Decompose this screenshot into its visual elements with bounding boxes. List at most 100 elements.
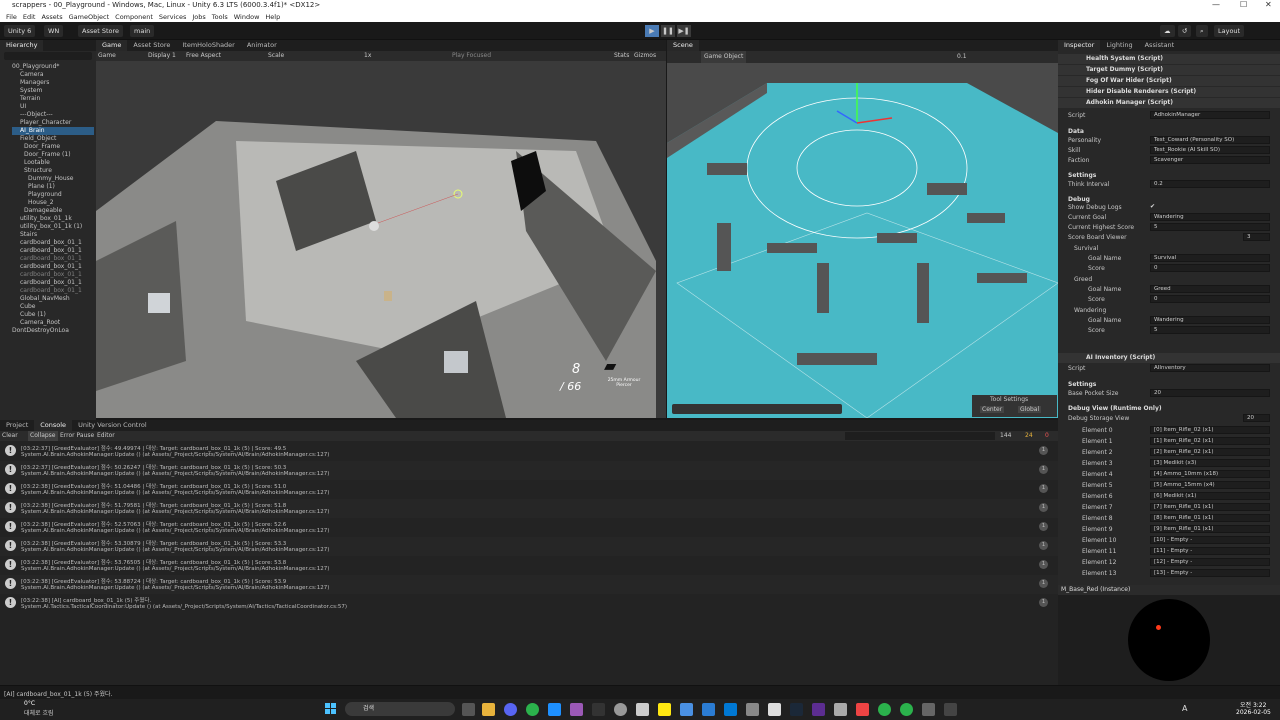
status-message[interactable]: [AI] cardboard_box_01_1k (5) 주웠다. <box>4 689 113 698</box>
log-entry[interactable]: ! [03:22:38] [AI] cardboard_box_01_1k (5)… <box>0 594 1058 613</box>
play-focused-dropdown[interactable]: Play Focused <box>452 51 491 61</box>
hierarchy-item[interactable]: Playground <box>20 191 94 199</box>
game-dropdown[interactable]: Game <box>98 51 116 61</box>
game-viewport[interactable] <box>96 61 666 418</box>
hierarchy-item[interactable]: Field_Object <box>12 135 94 143</box>
tab-console[interactable]: Console <box>34 420 73 431</box>
hierarchy-item[interactable]: Terrain <box>12 95 94 103</box>
chrome-icon-3[interactable] <box>900 703 913 716</box>
tab-assistant[interactable]: Assistant <box>1139 40 1181 51</box>
hierarchy-item[interactable]: Camera_Root <box>12 319 94 327</box>
hierarchy-item[interactable]: cardboard_box_01_1 <box>12 239 94 247</box>
chrome-icon-2[interactable] <box>878 703 891 716</box>
menu-item-jobs[interactable]: Jobs <box>192 13 205 21</box>
tab-game[interactable]: Game <box>96 40 128 51</box>
component-header[interactable]: Fog Of War Hider (Script) <box>1058 76 1280 86</box>
field-value[interactable]: 5 <box>1150 326 1270 334</box>
field-value[interactable]: 3 <box>1243 233 1270 241</box>
hierarchy-item[interactable]: utility_box_01_1k (1) <box>12 223 94 231</box>
scene-tools-overlay[interactable] <box>672 404 842 414</box>
log-entry[interactable]: ! [03:22:38] [GreedEvaluator] 점수: 51.0448… <box>0 480 1058 499</box>
visual-studio-icon[interactable] <box>812 703 825 716</box>
discord-icon[interactable] <box>504 703 517 716</box>
unity-hub-icon[interactable] <box>614 703 627 716</box>
history-icon[interactable]: ↺ <box>1178 25 1192 37</box>
tab-animator[interactable]: Animator <box>241 40 283 51</box>
wn-button[interactable]: WN <box>44 25 64 37</box>
field-value[interactable]: AIInventory <box>1150 364 1270 372</box>
menu-item-file[interactable]: File <box>6 13 17 21</box>
component-header[interactable]: Hider Disable Renderers (Script) <box>1058 87 1280 97</box>
log-entry[interactable]: ! [03:22:37] [GreedEvaluator] 점수: 49.4997… <box>0 442 1058 461</box>
app-icon-4[interactable] <box>922 703 935 716</box>
component-header[interactable]: Health System (Script) <box>1058 54 1280 64</box>
task-view-icon[interactable] <box>462 703 475 716</box>
component-header[interactable]: Target Dummy (Script) <box>1058 65 1280 75</box>
field-value[interactable]: Test_Coward (Personality SO) <box>1150 136 1270 144</box>
close-icon[interactable]: ✕ <box>1265 0 1272 9</box>
step-icon[interactable]: ▶❚ <box>677 25 691 37</box>
hierarchy-item[interactable]: Door_Frame (1) <box>16 151 94 159</box>
field-value[interactable]: 20 <box>1150 389 1270 397</box>
field-value[interactable]: [6] Medikit (x1) <box>1150 492 1270 500</box>
field-value[interactable]: Greed <box>1150 285 1270 293</box>
aspect-dropdown[interactable]: Free Aspect <box>186 51 221 61</box>
show-debug-checkbox[interactable]: ✔ <box>1150 203 1155 210</box>
clear-button[interactable]: Clear <box>2 431 18 441</box>
search-icon[interactable]: ⌕ <box>1196 25 1208 37</box>
hierarchy-item[interactable]: Structure <box>16 167 94 175</box>
github-icon[interactable] <box>592 703 605 716</box>
hierarchy-item[interactable]: Plane (1) <box>20 183 94 191</box>
asset-store-button[interactable]: Asset Store <box>78 25 124 37</box>
log-entry[interactable]: ! [03:22:38] [GreedEvaluator] 점수: 53.3087… <box>0 537 1058 556</box>
pause-icon[interactable]: ❚❚ <box>661 25 675 37</box>
hierarchy-item[interactable]: Door_Frame <box>16 143 94 151</box>
maximize-icon[interactable]: ☐ <box>1240 0 1247 9</box>
account-button[interactable]: Unity 6 <box>4 25 36 37</box>
windows-start-icon[interactable] <box>325 703 337 715</box>
menu-item-window[interactable]: Window <box>234 13 260 21</box>
editor-dropdown[interactable]: Editor <box>97 431 115 441</box>
taskbar-search[interactable]: 검색 <box>345 702 455 716</box>
field-value[interactable]: 0.2 <box>1150 180 1270 188</box>
word-icon[interactable] <box>702 703 715 716</box>
field-value[interactable]: [13] - Empty - <box>1150 569 1270 577</box>
hierarchy-item[interactable]: Cube <box>12 303 94 311</box>
hierarchy-item[interactable]: cardboard_box_01_1 <box>12 247 94 255</box>
tab-asset-store[interactable]: Asset Store <box>127 40 176 51</box>
log-entry[interactable]: ! [03:22:38] [GreedEvaluator] 점수: 52.5706… <box>0 518 1058 537</box>
component-header[interactable]: AI Inventory (Script) <box>1058 353 1280 363</box>
scene-viewport[interactable] <box>667 63 1058 418</box>
hierarchy-search[interactable] <box>4 52 92 60</box>
field-value[interactable]: Scavenger <box>1150 156 1270 164</box>
hierarchy-item[interactable]: ---Object--- <box>12 111 94 119</box>
field-value[interactable]: [12] - Empty - <box>1150 558 1270 566</box>
app-icon-3[interactable] <box>856 703 869 716</box>
mail-icon[interactable] <box>724 703 737 716</box>
field-value[interactable]: [7] Item_Rifle_01 (x1) <box>1150 503 1270 511</box>
hierarchy-item[interactable]: Global_NavMesh <box>12 295 94 303</box>
field-value[interactable]: 0 <box>1150 264 1270 272</box>
layout-dropdown[interactable]: Layout <box>1214 25 1245 37</box>
field-value[interactable]: Wandering <box>1150 316 1270 324</box>
field-value[interactable]: Wandering <box>1150 213 1270 221</box>
branch-button[interactable]: main <box>130 25 155 37</box>
info-count[interactable]: 144 <box>1000 431 1011 441</box>
hierarchy-item[interactable]: UI <box>12 103 94 111</box>
menu-item-assets[interactable]: Assets <box>41 13 62 21</box>
hierarchy-item[interactable]: Dummy_House <box>20 175 94 183</box>
log-entry[interactable]: ! [03:22:37] [GreedEvaluator] 점수: 50.2624… <box>0 461 1058 480</box>
field-value[interactable]: [10] - Empty - <box>1150 536 1270 544</box>
hierarchy-item[interactable]: Camera <box>12 71 94 79</box>
hierarchy-item[interactable]: AI_Brain <box>12 127 94 135</box>
chrome-icon[interactable] <box>526 703 539 716</box>
hierarchy-item[interactable]: cardboard_box_01_1 <box>12 255 94 263</box>
tab-scene[interactable]: Scene <box>667 40 699 51</box>
material-sphere[interactable] <box>1128 599 1210 681</box>
notion-icon[interactable] <box>636 703 649 716</box>
kakaotalk-icon[interactable] <box>658 703 671 716</box>
hierarchy-item[interactable]: Managers <box>12 79 94 87</box>
view-mode-dropdown[interactable]: Game Object <box>701 51 747 63</box>
stats-button[interactable]: Stats <box>614 51 629 61</box>
app-icon-2[interactable] <box>680 703 693 716</box>
